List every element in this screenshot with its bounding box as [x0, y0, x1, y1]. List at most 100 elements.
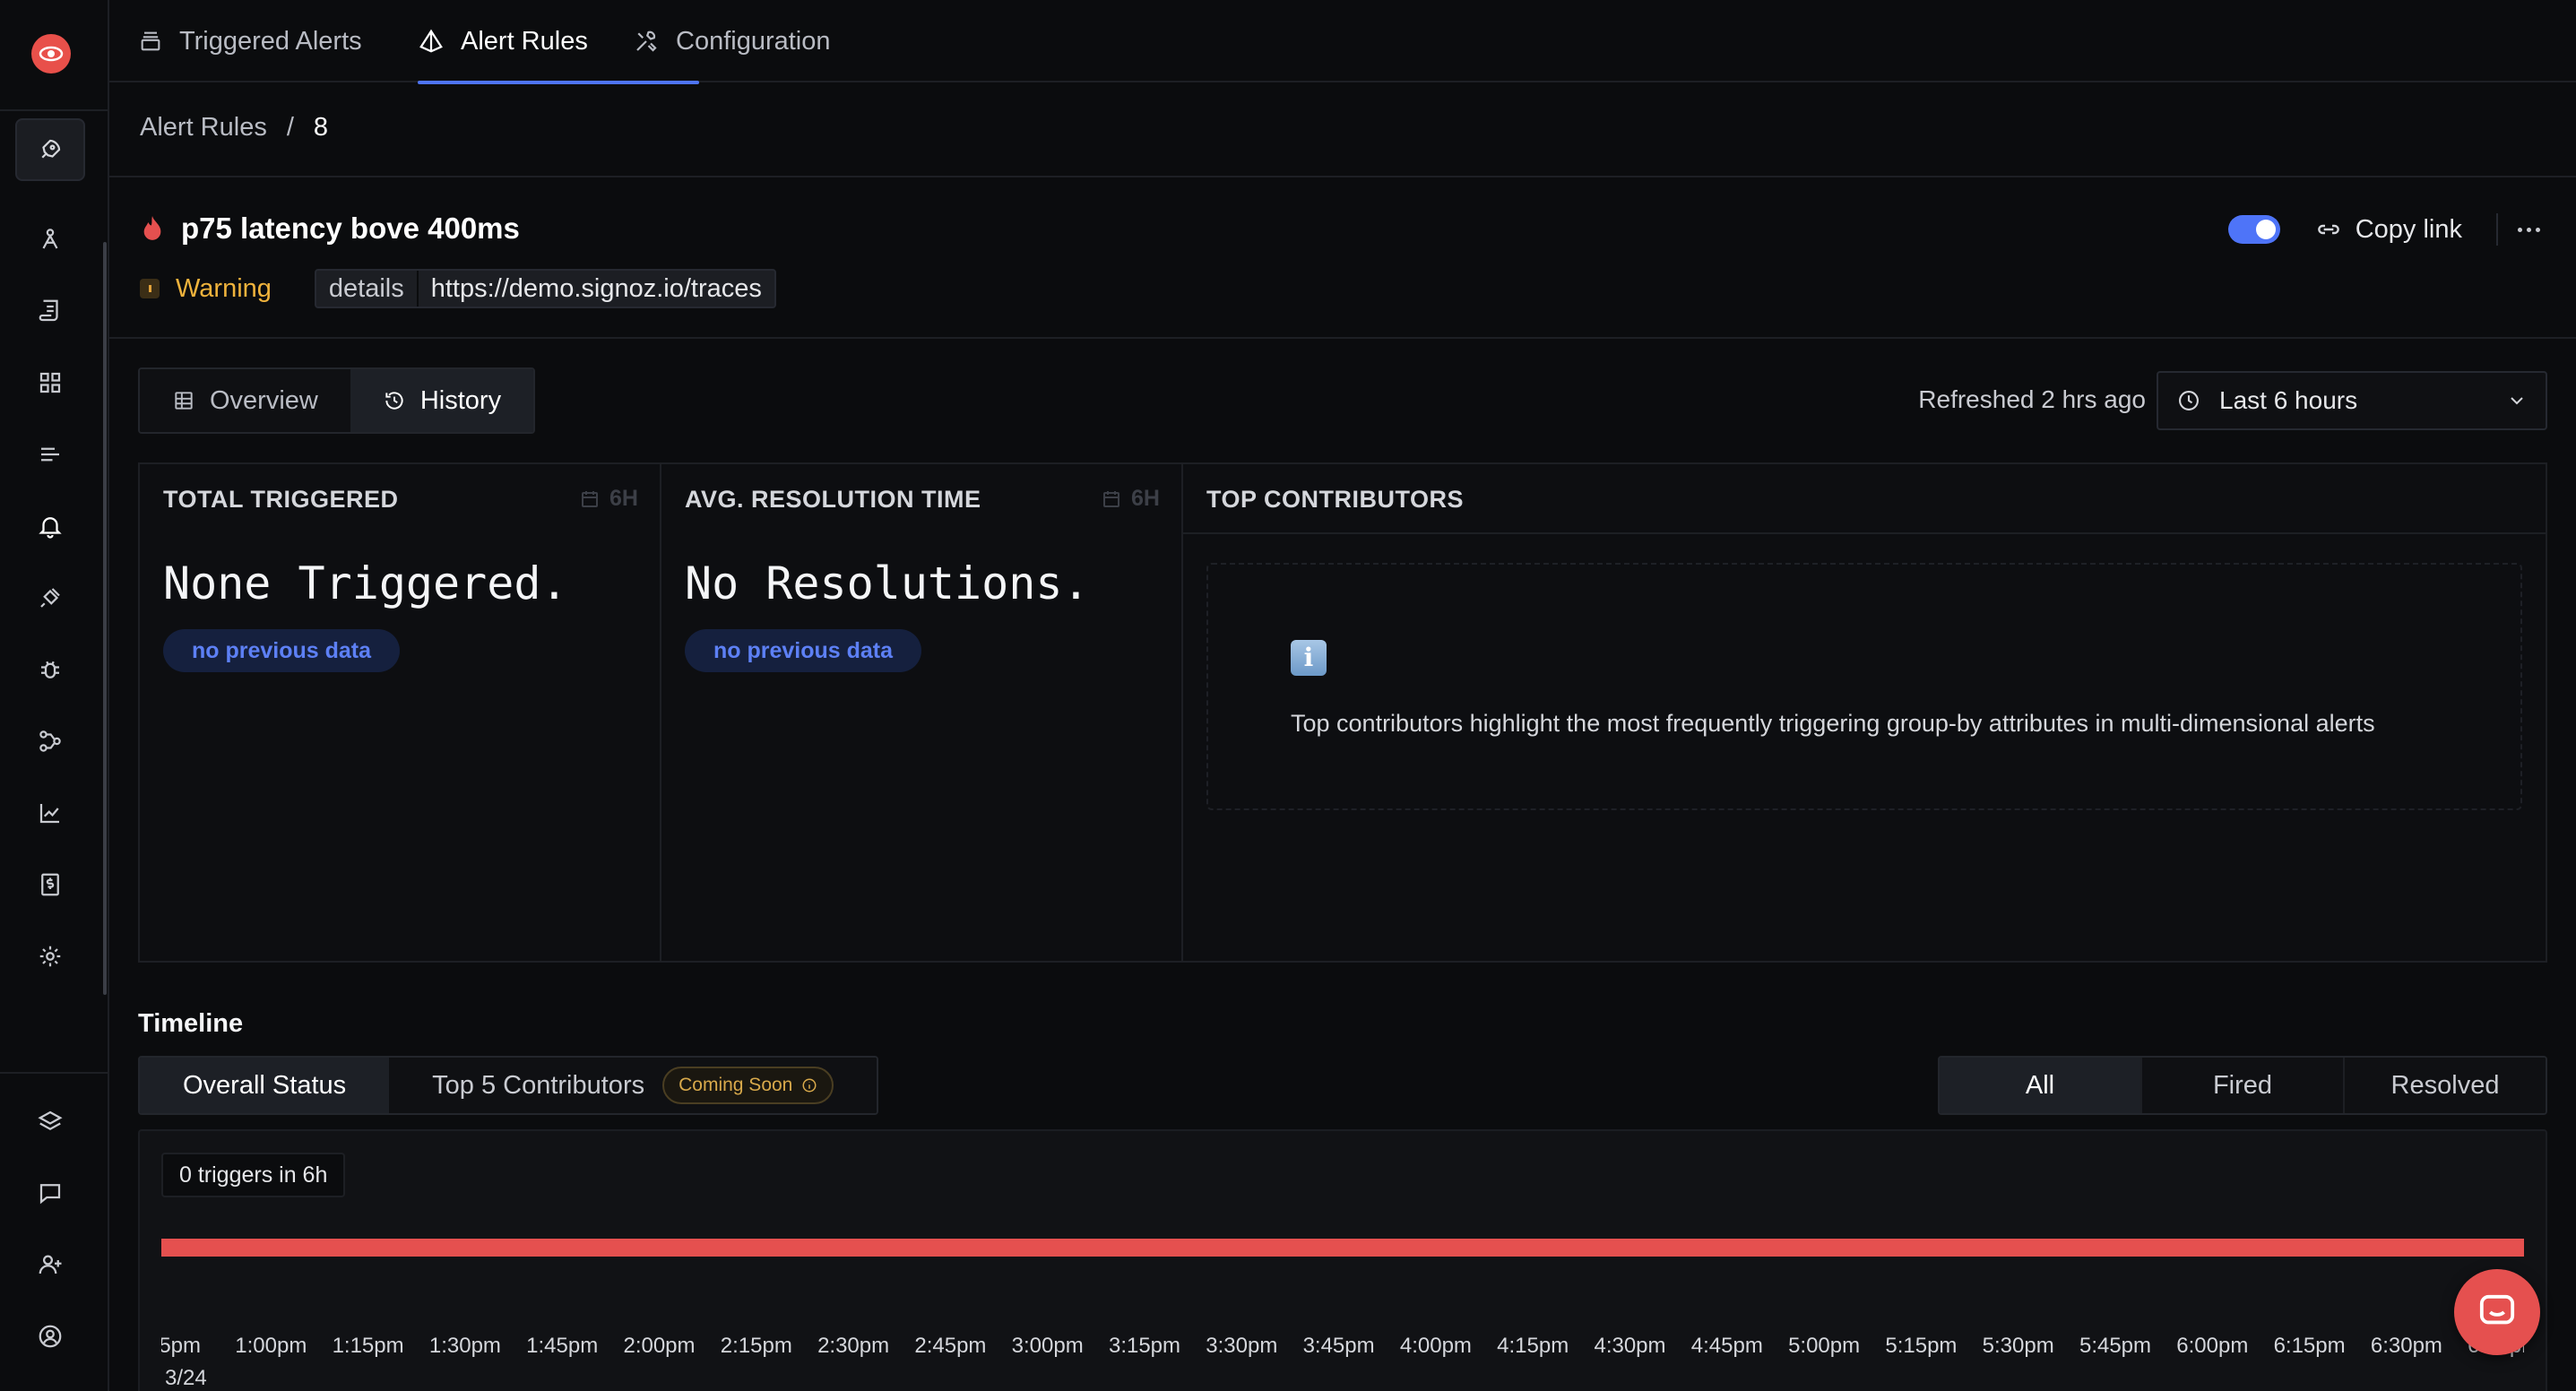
- top-contributors-empty-text: Top contributors highlight the most freq…: [1291, 710, 2375, 737]
- table-icon: [175, 392, 193, 410]
- billing-dollar-icon[interactable]: [15, 853, 85, 916]
- timeline-tick-label: 1:30pm: [428, 1334, 501, 1358]
- calendar-icon: [582, 490, 599, 507]
- top-contributors-empty-state: i Top contributors highlight the most fr…: [1206, 563, 2522, 810]
- timeline-tick-label: 3:15pm: [1108, 1334, 1181, 1358]
- filter-resolved[interactable]: Resolved: [2343, 1058, 2546, 1113]
- tab-configuration-label: Configuration: [676, 26, 831, 56]
- history-icon: [385, 392, 403, 410]
- timeline-tick-label: 4:30pm: [1594, 1334, 1666, 1358]
- timeline-tick-label: 2:45pm: [914, 1334, 987, 1358]
- feedback-message-icon[interactable]: [15, 1162, 85, 1224]
- avg-resolution-period-label: 6H: [1131, 486, 1160, 511]
- time-range-select[interactable]: Last 6 hours: [2157, 371, 2547, 430]
- integrations-plug-icon[interactable]: [15, 566, 85, 629]
- avg-resolution-card: AVG. RESOLUTION TIME 6H No Resolutions. …: [661, 464, 1183, 961]
- alert-label-chip: details https://demo.signoz.io/traces: [314, 269, 776, 308]
- timeline-tick-label: 45pm: [161, 1334, 202, 1358]
- pyramid-icon: [419, 29, 443, 53]
- tab-history-label: History: [419, 385, 502, 415]
- header-actions: Copy link: [2227, 213, 2540, 246]
- total-triggered-period-label: 6H: [609, 486, 638, 511]
- top-navigation: Triggered Alerts Alert Rules Configurati…: [109, 0, 2576, 84]
- breadcrumb-current: 8: [313, 113, 329, 142]
- tab-top-5-contributors-label: Top 5 Contributors: [432, 1070, 645, 1100]
- timeline-tick-label: 5:00pm: [1788, 1334, 1861, 1358]
- timeline-tick-label: 1:45pm: [526, 1334, 599, 1358]
- invite-user-icon[interactable]: [15, 1233, 85, 1296]
- alert-enabled-toggle[interactable]: [2227, 215, 2280, 244]
- alerts-bell-icon[interactable]: [15, 495, 85, 557]
- timeline-tick-label: 3:45pm: [1302, 1334, 1375, 1358]
- alert-header: p75 latency bove 400ms: [140, 212, 520, 246]
- timeline-tick-label: 5:45pm: [2079, 1334, 2152, 1358]
- breadcrumb: Alert Rules / 8: [140, 113, 328, 143]
- traces-scroll-icon[interactable]: [15, 280, 85, 342]
- more-options-icon[interactable]: [2496, 213, 2540, 246]
- avg-resolution-title: AVG. RESOLUTION TIME: [685, 486, 981, 513]
- avg-resolution-pill: no previous data: [685, 629, 922, 672]
- label-key: details: [316, 271, 419, 307]
- tools-icon: [636, 30, 657, 52]
- label-value: https://demo.signoz.io/traces: [430, 274, 762, 303]
- coming-soon-label: Coming Soon: [679, 1075, 793, 1095]
- signoz-logo-icon[interactable]: [31, 34, 71, 73]
- dashboards-grid-icon[interactable]: [15, 351, 85, 414]
- timeline-tick-label: 2:00pm: [623, 1334, 696, 1358]
- filter-all[interactable]: All: [1940, 1058, 2140, 1113]
- link-icon: [2317, 224, 2339, 235]
- filter-fired[interactable]: Fired: [2140, 1058, 2343, 1113]
- coming-soon-badge: Coming Soon: [662, 1067, 834, 1104]
- copy-link-button[interactable]: Copy link: [2314, 215, 2462, 245]
- tab-overall-status-label: Overall Status: [183, 1070, 347, 1100]
- total-triggered-card: TOTAL TRIGGERED 6H None Triggered. no pr…: [140, 464, 661, 961]
- timeline-tick-label: 4:45pm: [1690, 1334, 1763, 1358]
- user-avatar-icon[interactable]: [15, 1305, 85, 1368]
- copy-link-label: Copy link: [2355, 214, 2462, 244]
- breadcrumb-alert-rules-link[interactable]: Alert Rules: [140, 113, 267, 143]
- tab-top-5-contributors[interactable]: Top 5 Contributors Coming Soon: [389, 1058, 877, 1113]
- flame-icon: [143, 216, 161, 240]
- chat-support-icon[interactable]: [2454, 1269, 2540, 1355]
- timeline-tick-label: 6:15pm: [2273, 1334, 2346, 1358]
- settings-gear-icon[interactable]: [15, 925, 85, 988]
- warning-severity-icon: [140, 279, 160, 298]
- view-switcher: Overview History: [138, 367, 536, 434]
- alert-title: p75 latency bove 400ms: [181, 212, 520, 245]
- tab-overall-status[interactable]: Overall Status: [140, 1058, 390, 1113]
- tab-overview[interactable]: Overview: [140, 369, 350, 432]
- layers-icon[interactable]: [15, 1090, 85, 1153]
- total-triggered-value: None Triggered.: [163, 557, 568, 609]
- timeline-axis: 45pm 1:00pm 1:15pm 1:30pm 1:45pm 2:00pm 2:15pm…: [161, 1334, 2524, 1369]
- timeline-tick-label: 4:15pm: [1497, 1334, 1569, 1358]
- clock-icon: [2179, 391, 2199, 410]
- total-triggered-title: TOTAL TRIGGERED: [163, 486, 399, 513]
- severity-label: Warning: [176, 273, 272, 303]
- service-map-icon[interactable]: [15, 710, 85, 773]
- timeline-tick-label: 5:15pm: [1885, 1334, 1958, 1358]
- timeline-tabs: Overall Status Top 5 Contributors Coming…: [138, 1056, 879, 1115]
- timeline-tick-label: 4:00pm: [1399, 1334, 1472, 1358]
- timeline-tick-label: 2:30pm: [817, 1334, 890, 1358]
- breadcrumb-separator: /: [286, 113, 294, 142]
- logs-lines-icon[interactable]: [15, 423, 85, 486]
- refreshed-text: Refreshed 2 hrs ago: [1918, 385, 2146, 413]
- metrics-chart-icon[interactable]: [15, 782, 85, 844]
- timeline-tick-label: 6:30pm: [2370, 1334, 2442, 1358]
- tab-configuration[interactable]: Configuration: [633, 0, 831, 82]
- chevron-down-icon: [2511, 397, 2523, 405]
- tab-triggered-alerts[interactable]: Triggered Alerts: [138, 0, 362, 82]
- tab-triggered-alerts-label: Triggered Alerts: [179, 26, 362, 56]
- info-icon: i: [1291, 640, 1327, 676]
- stats-cards: TOTAL TRIGGERED 6H None Triggered. no pr…: [138, 462, 2547, 963]
- sidebar-scrollbar[interactable]: [103, 242, 107, 995]
- tab-history[interactable]: History: [350, 369, 534, 432]
- timeline-date: 3/24: [165, 1366, 207, 1390]
- get-started-rocket-icon[interactable]: [15, 118, 85, 181]
- top-contributors-title: TOP CONTRIBUTORS: [1206, 486, 1465, 513]
- exceptions-bug-icon[interactable]: [15, 638, 85, 701]
- status-timeline-bar: [161, 1239, 2524, 1257]
- services-icon[interactable]: [15, 208, 85, 271]
- timeline-tick-label: 1:15pm: [332, 1334, 404, 1358]
- timeline-tick-label: 5:30pm: [1982, 1334, 2054, 1358]
